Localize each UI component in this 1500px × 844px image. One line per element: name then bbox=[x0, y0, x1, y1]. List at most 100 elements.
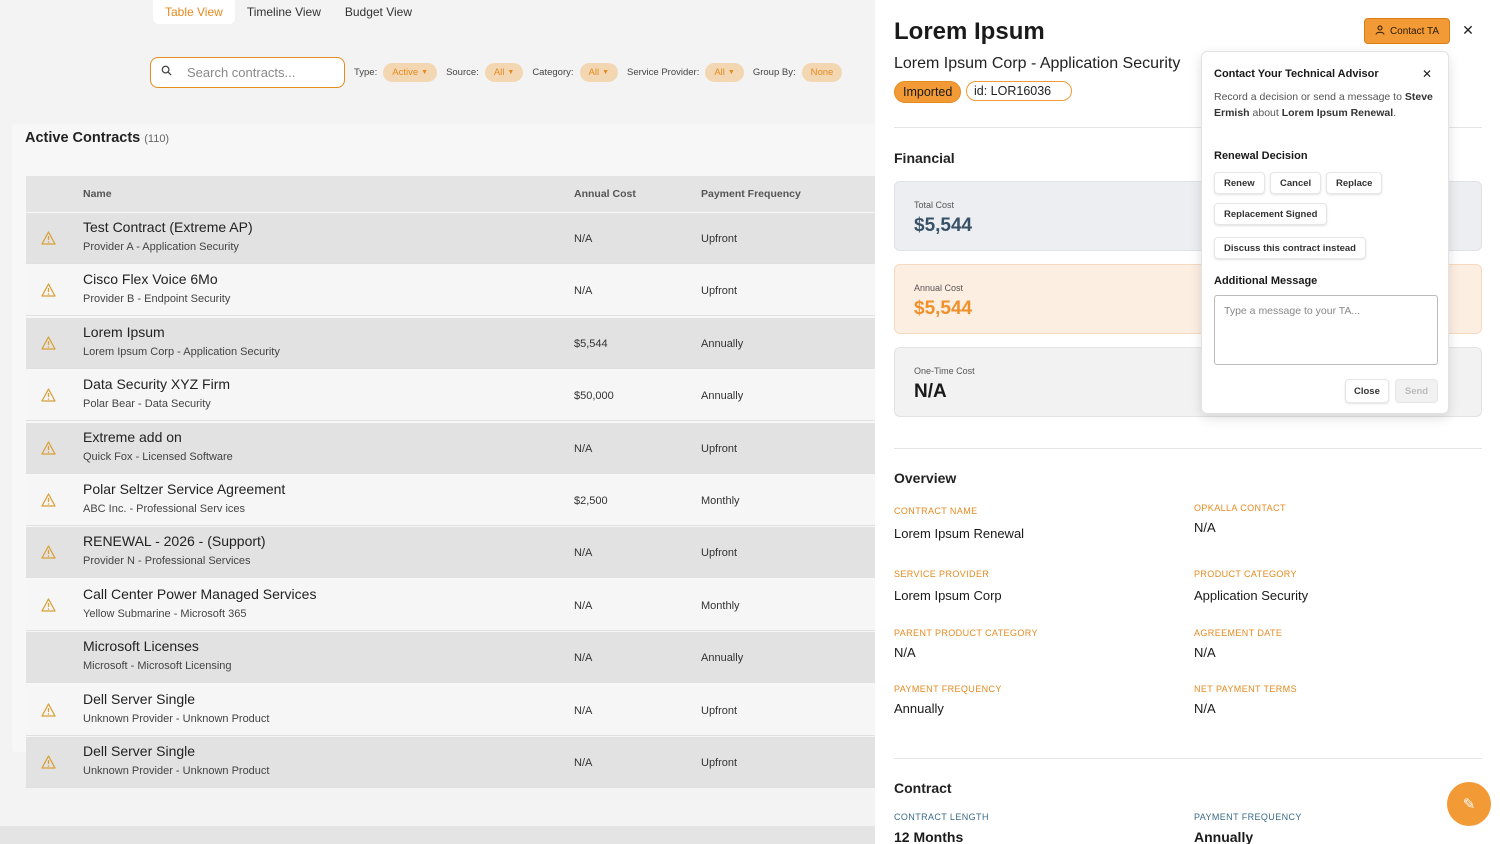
table-row[interactable]: Call Center Power Managed Services Yellow… bbox=[26, 579, 896, 631]
annual-cost: N/A bbox=[574, 652, 593, 665]
search-box[interactable] bbox=[150, 56, 345, 88]
column-annual-cost[interactable]: Annual Cost bbox=[574, 188, 636, 200]
warning-icon bbox=[41, 755, 56, 769]
total-cost-label: Total Cost bbox=[914, 200, 955, 210]
close-icon[interactable]: ✕ bbox=[1422, 67, 1432, 81]
page-footer bbox=[0, 826, 875, 844]
column-name[interactable]: Name bbox=[83, 188, 112, 200]
close-icon[interactable]: ✕ bbox=[1459, 22, 1477, 40]
warning-icon bbox=[41, 231, 56, 245]
contract-section-title: Contract bbox=[894, 780, 952, 796]
replace-button[interactable]: Replace bbox=[1326, 172, 1383, 194]
table-row[interactable]: Test Contract (Extreme AP) Provider A - A… bbox=[26, 213, 896, 264]
agreement-date-label: AGREEMENT DATE bbox=[1194, 628, 1283, 638]
group-by-filter-dropdown[interactable]: None bbox=[801, 62, 843, 82]
chevron-down-icon: ▼ bbox=[421, 68, 429, 76]
contract-name: Dell Server Single bbox=[83, 690, 196, 707]
table-row[interactable]: Extreme add on Quick Fox - Licensed Softw… bbox=[26, 422, 896, 474]
payment-frequency: Annually bbox=[701, 390, 744, 403]
contract-name: Microsoft Licenses bbox=[83, 638, 199, 655]
type-filter-value: Active bbox=[392, 66, 419, 78]
popover-close-button[interactable]: Close bbox=[1345, 379, 1389, 403]
search-input[interactable] bbox=[187, 64, 337, 80]
tab-table-view[interactable]: Table View bbox=[153, 0, 235, 24]
group-by-filter-label: Group By: bbox=[752, 66, 796, 78]
payment-frequency: Upfront bbox=[701, 285, 738, 298]
discuss-contract-button[interactable]: Discuss this contract instead bbox=[1214, 237, 1366, 259]
service-provider-filter-dropdown[interactable]: All ▼ bbox=[705, 62, 744, 82]
payment-frequency: Monthly bbox=[701, 599, 740, 612]
type-filter-dropdown[interactable]: Active ▼ bbox=[383, 62, 438, 82]
source-filter-dropdown[interactable]: All ▼ bbox=[484, 62, 524, 82]
table-row[interactable]: Dell Server Single Unknown Provider - Unk… bbox=[26, 684, 896, 736]
category-filter: Category: All ▼ bbox=[532, 62, 618, 82]
category-filter-dropdown[interactable]: All ▼ bbox=[579, 62, 618, 82]
replacement-signed-button[interactable]: Replacement Signed bbox=[1214, 203, 1328, 225]
warning-icon bbox=[41, 545, 56, 560]
table-row[interactable]: Dell Server Single Unknown Provider - Unk… bbox=[26, 737, 896, 788]
payment-frequency: Upfront bbox=[701, 704, 738, 717]
annual-cost: N/A bbox=[574, 442, 593, 455]
contact-ta-button[interactable]: Contact TA bbox=[1364, 18, 1450, 44]
send-button[interactable]: Send bbox=[1395, 379, 1438, 403]
payment-frequency: Annually bbox=[701, 652, 744, 665]
table-row[interactable]: Cisco Flex Voice 6Mo Provider B - Endpoin… bbox=[26, 265, 896, 317]
popover-title: Contact Your Technical Advisor bbox=[1214, 68, 1379, 80]
contract-provider: ABC Inc. - Professional Serv ices bbox=[83, 503, 246, 515]
chat-fab-button[interactable]: ✎ bbox=[1447, 782, 1491, 826]
contract-name: Extreme add on bbox=[83, 428, 182, 445]
table-row[interactable]: Polar Seltzer Service Agreement ABC Inc. … bbox=[26, 475, 896, 526]
tab-timeline-view[interactable]: Timeline View bbox=[235, 0, 333, 24]
additional-message-heading: Additional Message bbox=[1214, 275, 1318, 287]
service-provider-label: SERVICE PROVIDER bbox=[894, 569, 990, 579]
contract-provider: Yellow Submarine - Microsoft 365 bbox=[83, 607, 247, 620]
table-row[interactable]: Microsoft Licenses Microsoft - Microsoft … bbox=[26, 632, 896, 684]
table-row[interactable]: Data Security XYZ Firm Polar Bear - Data … bbox=[26, 370, 896, 422]
annual-cost-label: Annual Cost bbox=[914, 283, 964, 293]
tab-budget-view[interactable]: Budget View bbox=[333, 0, 424, 24]
payment-frequency: Upfront bbox=[701, 757, 738, 769]
contract-id-badge: id: LOR16036 bbox=[966, 81, 1073, 101]
service-provider-filter-value: All bbox=[714, 66, 725, 78]
contract-payment-frequency-value: Annually bbox=[1194, 829, 1254, 844]
one-time-cost-label: One-Time Cost bbox=[914, 366, 975, 376]
contracts-page: Table View Timeline View Budget View Typ… bbox=[0, 0, 896, 844]
contract-name-label: CONTRACT NAME bbox=[894, 506, 978, 516]
contract-provider: Polar Bear - Data Security bbox=[83, 398, 211, 411]
overview-section-title: Overview bbox=[894, 470, 957, 486]
column-payment-frequency[interactable]: Payment Frequency bbox=[701, 188, 801, 200]
contract-name: Lorem Ipsum bbox=[83, 323, 165, 340]
cancel-button[interactable]: Cancel bbox=[1270, 172, 1322, 194]
contract-name: Data Security XYZ Firm bbox=[83, 376, 231, 393]
view-tabs: Table View Timeline View Budget View bbox=[153, 0, 424, 24]
contract-payment-frequency-label: PAYMENT FREQUENCY bbox=[1194, 812, 1302, 822]
financial-section-title: Financial bbox=[894, 150, 955, 166]
net-payment-terms-label: NET PAYMENT TERMS bbox=[1194, 684, 1297, 694]
message-textarea[interactable] bbox=[1214, 295, 1438, 365]
service-provider-filter-label: Service Provider: bbox=[627, 66, 700, 78]
divider bbox=[894, 448, 1482, 449]
service-provider-filter: Service Provider: All ▼ bbox=[627, 62, 744, 82]
table-header: Name Annual Cost Payment Frequency bbox=[26, 176, 896, 212]
net-payment-terms-value: N/A bbox=[1194, 701, 1216, 716]
opkalla-contact-value: N/A bbox=[1194, 520, 1216, 535]
parent-product-category-value: N/A bbox=[894, 645, 916, 660]
warning-icon bbox=[41, 493, 56, 507]
table-row[interactable]: Lorem Ipsum Lorem Ipsum Corp - Applicatio… bbox=[26, 317, 896, 369]
payment-frequency: Upfront bbox=[701, 547, 738, 560]
contracts-title: Active Contracts (110) bbox=[25, 130, 169, 146]
popover-description: Record a decision or send a message to S… bbox=[1214, 90, 1434, 121]
warning-icon bbox=[41, 598, 56, 612]
contract-provider: Provider N - Professional Services bbox=[83, 555, 251, 568]
annual-cost: $2,500 bbox=[574, 495, 608, 507]
annual-cost: N/A bbox=[574, 599, 593, 612]
contract-name: Lorem Ipsum Renewal bbox=[1281, 106, 1394, 119]
table-row[interactable]: RENEWAL - 2026 - (Support) Provider N - P… bbox=[26, 527, 896, 579]
renew-button[interactable]: Renew bbox=[1214, 172, 1265, 194]
service-provider-value: Lorem Ipsum Corp bbox=[894, 588, 1002, 603]
warning-icon bbox=[41, 702, 56, 717]
annual-cost: N/A bbox=[574, 285, 593, 298]
drawer-subtitle: Lorem Ipsum Corp - Application Security bbox=[894, 55, 1181, 72]
contract-length-label: CONTRACT LENGTH bbox=[894, 812, 989, 822]
imported-badge: Imported bbox=[894, 81, 962, 103]
